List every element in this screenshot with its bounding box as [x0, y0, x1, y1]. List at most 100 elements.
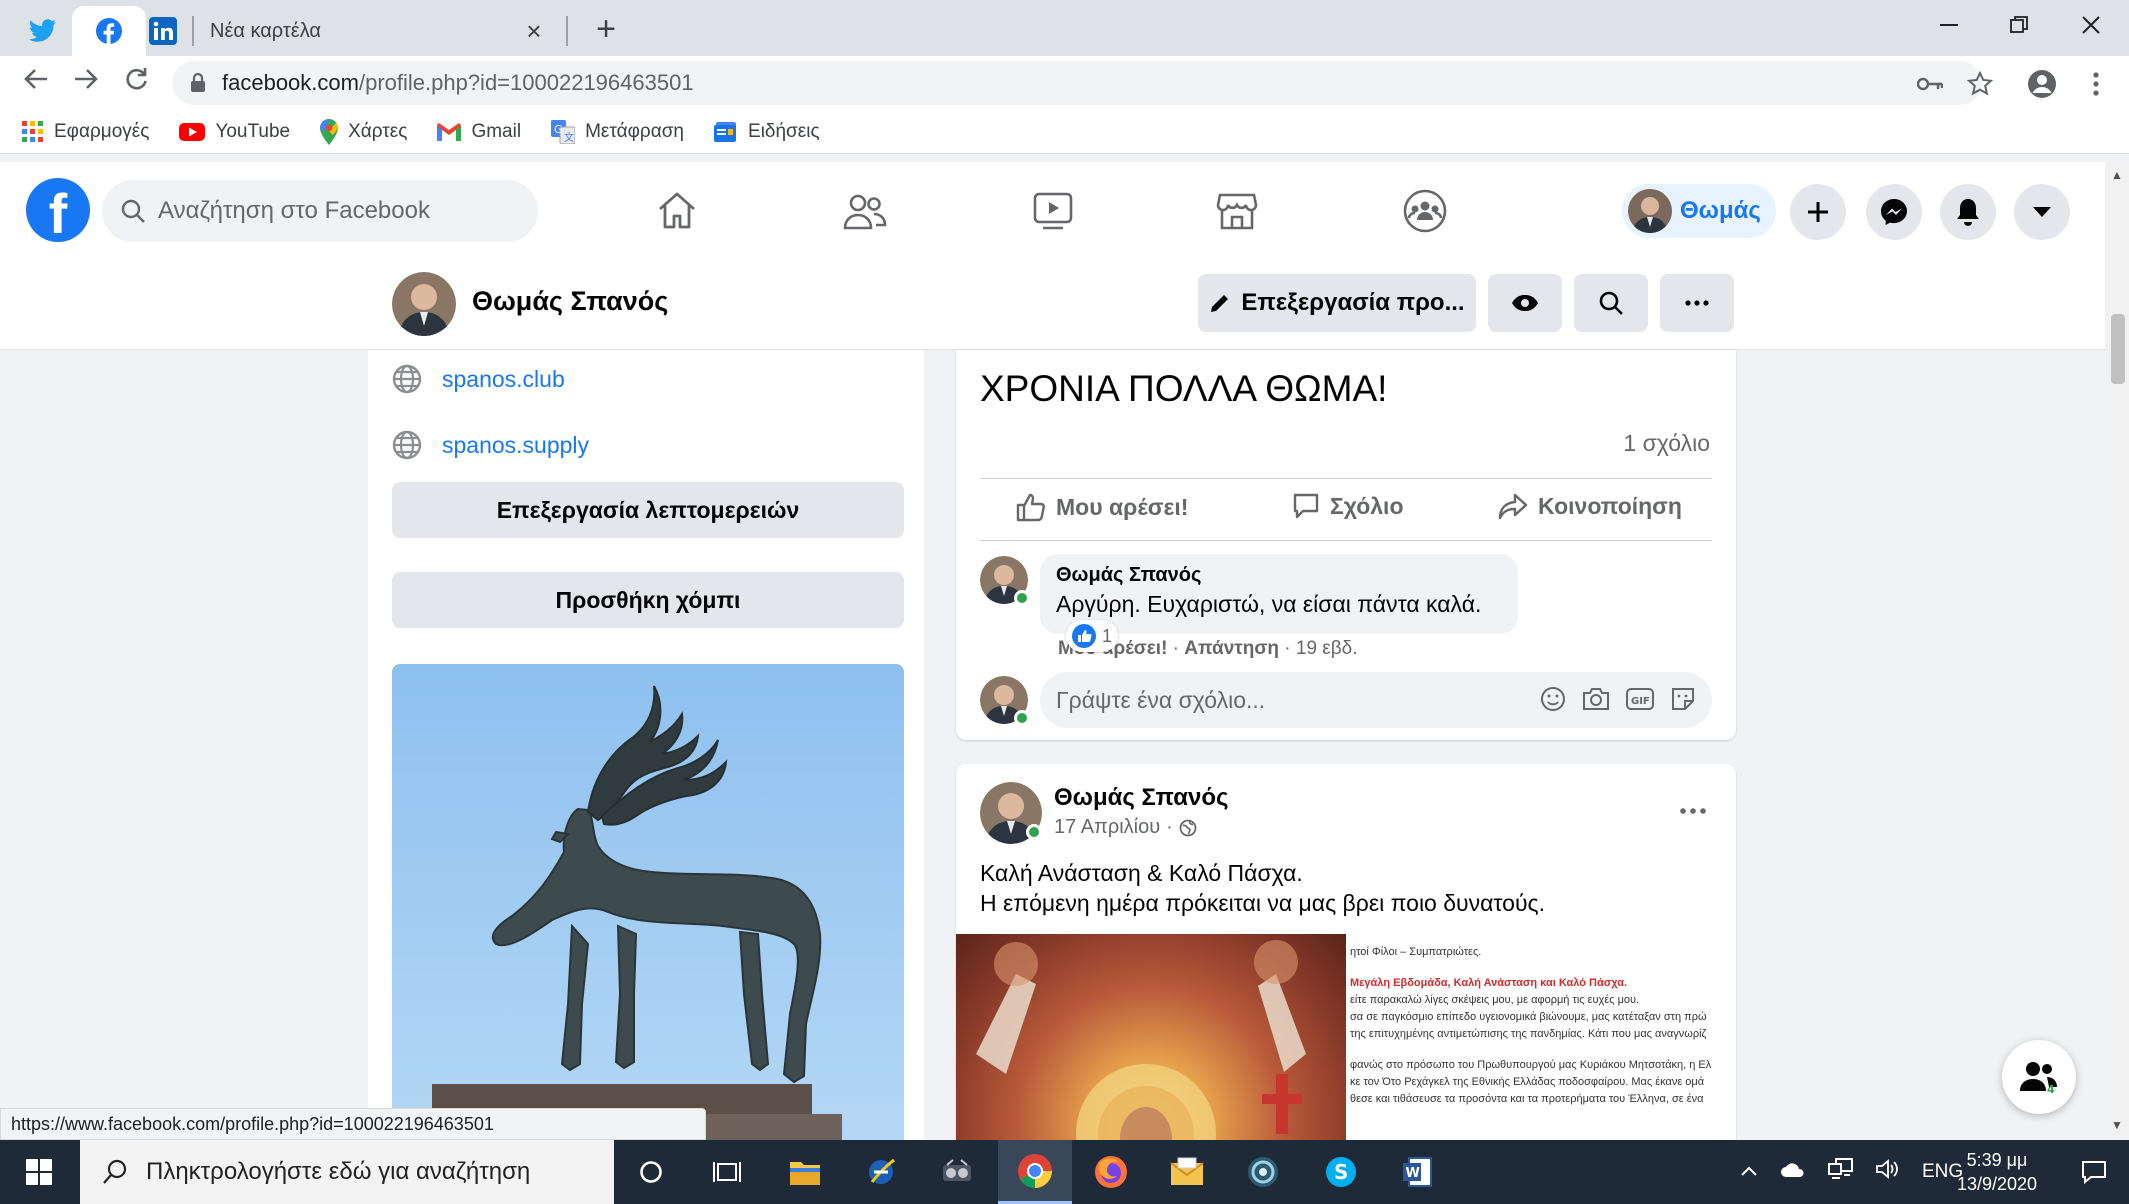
website-link[interactable]: spanos.supply [442, 432, 589, 459]
skype-icon: S [1326, 1157, 1356, 1187]
letter-line: είτε παρακαλώ λίγες σκέψεις μου, με αφορ… [1350, 994, 1640, 1006]
onedrive-cloud-icon[interactable] [1780, 1160, 1806, 1184]
scroll-down-icon[interactable]: ▼ [2111, 1118, 2123, 1132]
facebook-search-input[interactable]: Αναζήτηση στο Facebook [102, 180, 538, 242]
comment-button[interactable]: Σχόλιο [1292, 492, 1404, 520]
reload-icon [126, 68, 147, 90]
comments-count[interactable]: 1 σχόλιο [1623, 430, 1710, 457]
like-button[interactable]: Μου αρέσει! [1016, 492, 1188, 522]
close-tab-icon[interactable]: × [520, 16, 548, 47]
post-date[interactable]: 17 Απριλίου [1054, 816, 1160, 839]
profile-avatar[interactable] [392, 272, 456, 336]
password-key-icon[interactable] [1912, 66, 1948, 102]
bookmark-translate[interactable]: G文 Μετάφραση [551, 119, 685, 144]
start-button[interactable] [0, 1140, 78, 1204]
comment-reply-link[interactable]: Απάντηση [1184, 638, 1279, 659]
globe-app-icon [1248, 1157, 1278, 1187]
post-options-button[interactable] [1680, 788, 1706, 822]
messenger-button[interactable] [1866, 184, 1922, 240]
task-view-button[interactable] [690, 1140, 764, 1204]
back-button[interactable] [16, 64, 56, 104]
forward-button[interactable] [66, 64, 106, 104]
add-hobby-button[interactable]: Προσθήκη χόμπι [392, 572, 904, 628]
emoji-icon[interactable] [1540, 686, 1566, 712]
file-explorer-button[interactable] [768, 1140, 842, 1204]
edge-legacy-button[interactable] [844, 1140, 918, 1204]
nav-home[interactable] [652, 186, 702, 236]
chrome-menu-icon[interactable] [2078, 66, 2114, 102]
tab-linkedin[interactable] [132, 6, 194, 56]
post-author[interactable]: Θωμάς Σπανός [1054, 784, 1228, 812]
word-button[interactable]: W [1380, 1140, 1454, 1204]
bookmark-youtube[interactable]: YouTube [179, 121, 290, 143]
action-center-button[interactable] [2064, 1140, 2124, 1204]
restore-button[interactable] [1984, 0, 2054, 50]
privacy-public-icon[interactable] [1179, 819, 1197, 837]
nav-friends[interactable] [840, 186, 890, 236]
website-link-row[interactable]: spanos.club [392, 364, 565, 394]
nav-watch[interactable] [1028, 186, 1078, 236]
bookmark-star-icon[interactable] [1962, 66, 1998, 102]
comment-author[interactable]: Θωμάς Σπανός [1056, 564, 1502, 587]
facebook-header: f Αναζήτηση στο Facebook Θωμάς [0, 162, 2105, 258]
bookmark-maps[interactable]: Χάρτες [320, 118, 407, 145]
taskbar-search-input[interactable]: Πληκτρολογήστε εδώ για αναζήτηση [80, 1140, 614, 1204]
close-window-button[interactable] [2056, 0, 2126, 50]
more-options-button[interactable] [1660, 274, 1734, 332]
bookmark-label: Gmail [471, 120, 522, 142]
account-icon[interactable] [2024, 66, 2060, 102]
caret-down-icon [2033, 207, 2051, 217]
letter-image[interactable]: ητοί Φίλοι – Συμπατριώτες. Μεγάλη Εβδομά… [1346, 934, 1736, 1144]
profile-name[interactable]: Θωμάς Σπανός [472, 286, 668, 317]
browser-app-button[interactable] [1226, 1140, 1300, 1204]
website-link[interactable]: spanos.club [442, 366, 565, 393]
view-as-button[interactable] [1488, 274, 1562, 332]
tab-new-tab[interactable]: Νέα καρτέλα × [194, 6, 564, 56]
address-bar[interactable]: facebook.com/profile.php?id=100022196463… [172, 61, 1982, 105]
cortana-button[interactable] [614, 1140, 688, 1204]
create-button[interactable] [1790, 184, 1846, 240]
notifications-button[interactable] [1940, 184, 1996, 240]
featured-photo[interactable] [392, 664, 904, 1140]
tab-twitter[interactable] [12, 6, 74, 56]
camera-icon[interactable] [1582, 686, 1610, 712]
new-tab-button[interactable]: + [586, 10, 626, 50]
minimize-button[interactable] [1914, 0, 1984, 50]
chevron-up-icon[interactable] [1740, 1161, 1758, 1183]
website-link-row[interactable]: spanos.supply [392, 430, 589, 460]
skype-button[interactable]: S [1304, 1140, 1378, 1204]
search-profile-button[interactable] [1574, 274, 1648, 332]
nav-marketplace[interactable] [1212, 186, 1262, 236]
bookmark-gmail[interactable]: Gmail [437, 121, 521, 143]
mail-app-button[interactable] [1150, 1140, 1224, 1204]
post-text: Καλή Ανάσταση & Καλό Πάσχα. Η επόμενη ημ… [980, 858, 1545, 918]
comment-age[interactable]: 19 εβδ. [1296, 638, 1358, 659]
comment-reactions[interactable]: 1 [1066, 620, 1119, 652]
account-menu-button[interactable] [2014, 184, 2070, 240]
write-comment-input[interactable]: Γράψτε ένα σχόλιο... GIF [1040, 672, 1712, 728]
bookmark-label: Μετάφραση [585, 120, 685, 142]
reload-button[interactable] [116, 64, 156, 104]
bookmark-news[interactable]: Ειδήσεις [714, 121, 820, 143]
clock[interactable]: 5:39 μμ 13/9/2020 [1942, 1148, 2052, 1196]
thumbs-up-icon [1016, 493, 1045, 522]
sticker-icon[interactable] [1670, 686, 1696, 712]
chrome-taskbar-button[interactable] [998, 1140, 1072, 1204]
easter-image[interactable] [956, 934, 1346, 1144]
edit-details-button[interactable]: Επεξεργασία λεπτομερειών [392, 482, 904, 538]
new-message-button[interactable]: 4 [2002, 1040, 2076, 1114]
edit-profile-button[interactable]: Επεξεργασία προ... [1198, 274, 1476, 332]
nav-groups[interactable] [1400, 186, 1450, 236]
scrollbar-thumb[interactable] [2111, 314, 2125, 384]
facebook-logo-icon[interactable]: f [26, 178, 90, 242]
firefox-button[interactable] [1074, 1140, 1148, 1204]
share-button[interactable]: Κοινοποίηση [1498, 492, 1682, 520]
page-scrollbar[interactable]: ▲ ▼ [2105, 162, 2129, 1140]
media-app-button[interactable] [920, 1140, 994, 1204]
network-icon[interactable] [1828, 1158, 1854, 1186]
scroll-up-icon[interactable]: ▲ [2111, 168, 2123, 182]
bookmark-apps[interactable]: Εφαρμογές [22, 120, 149, 143]
gif-icon[interactable]: GIF [1626, 686, 1654, 712]
profile-shortcut[interactable]: Θωμάς [1622, 184, 1776, 238]
volume-icon[interactable] [1876, 1158, 1900, 1186]
